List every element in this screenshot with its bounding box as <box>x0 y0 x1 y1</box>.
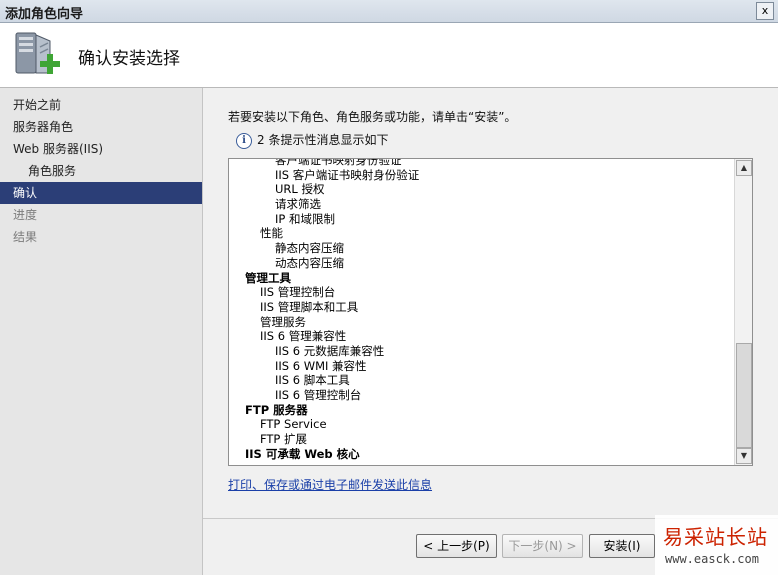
window-title: 添加角色向导 <box>5 7 84 22</box>
list-item: 请求筛选 <box>275 197 321 212</box>
list-item: FTP 服务器 <box>245 402 308 417</box>
info-message: i 2 条提示性消息显示如下 <box>236 131 388 149</box>
instruction-text: 若要安装以下角色、角色服务或功能，请单击“安装”。 <box>228 110 517 124</box>
watermark: 易采站长站 www.easck.com <box>655 515 778 575</box>
list-item: IIS 6 管理兼容性 <box>260 329 347 344</box>
list-item: FTP Service <box>260 417 327 432</box>
next-button: 下一步(N) > <box>502 534 583 558</box>
scroll-thumb[interactable] <box>736 343 752 448</box>
list-item: IIS 管理脚本和工具 <box>260 299 359 314</box>
step-confirmation[interactable]: 确认 <box>0 182 202 204</box>
title-bar: 添加角色向导 x <box>0 0 778 23</box>
info-text: 2 条提示性消息显示如下 <box>257 133 389 147</box>
list-item: IIS 可承载 Web 核心 <box>245 446 360 461</box>
selection-tree: 客户端证书映射身份验证 IIS 客户端证书映射身份验证 URL 授权 请求筛选 … <box>229 158 734 461</box>
step-before-you-begin[interactable]: 开始之前 <box>0 94 202 116</box>
step-web-server-iis[interactable]: Web 服务器(IIS) <box>0 138 202 160</box>
print-save-email-link[interactable]: 打印、保存或通过电子邮件发送此信息 <box>228 476 432 493</box>
list-item: IIS 6 WMI 兼容性 <box>275 358 367 373</box>
list-item: IIS 6 元数据库兼容性 <box>275 343 385 358</box>
list-item: IIS 6 管理控制台 <box>275 388 362 402</box>
info-icon: i <box>236 132 252 149</box>
step-server-roles[interactable]: 服务器角色 <box>0 116 202 138</box>
scroll-down-button[interactable]: ▼ <box>736 448 752 464</box>
list-item: 性能 <box>260 226 283 241</box>
wizard-steps-sidebar: 开始之前 服务器角色 Web 服务器(IIS) 角色服务 确认 进度 结果 <box>0 88 203 575</box>
close-button[interactable]: x <box>756 2 774 20</box>
list-item: 动态内容压缩 <box>275 255 344 270</box>
selection-list[interactable]: 客户端证书映射身份验证 IIS 客户端证书映射身份验证 URL 授权 请求筛选 … <box>228 158 753 466</box>
list-item: 静态内容压缩 <box>275 241 344 256</box>
watermark-title: 易采站长站 <box>663 525 768 549</box>
list-scrollbar[interactable]: ▲ ▼ <box>734 159 752 465</box>
step-results: 结果 <box>13 230 38 244</box>
previous-button[interactable]: < 上一步(P) <box>416 534 497 558</box>
page-title: 确认安装选择 <box>78 49 180 69</box>
list-item: IIS 客户端证书映射身份验证 <box>275 167 420 182</box>
wizard-header: 确认安装选择 <box>0 23 778 88</box>
server-add-role-icon <box>15 32 60 74</box>
main-content: 若要安装以下角色、角色服务或功能，请单击“安装”。 i2 条提示性消息显示如下 … <box>203 88 778 518</box>
list-item: IIS 6 脚本工具 <box>275 373 350 388</box>
list-item: FTP 扩展 <box>260 432 308 447</box>
list-item: IP 和域限制 <box>275 211 335 226</box>
step-progress: 进度 <box>13 208 38 222</box>
step-role-services[interactable]: 角色服务 <box>0 160 202 182</box>
list-item: 管理工具 <box>245 270 291 285</box>
list-item: 客户端证书映射身份验证 <box>275 158 402 167</box>
list-item: 管理服务 <box>260 314 306 329</box>
list-item: URL 授权 <box>275 182 325 197</box>
list-item: IIS 管理控制台 <box>260 285 336 300</box>
watermark-url: www.easck.com <box>665 552 759 566</box>
install-button[interactable]: 安装(I) <box>589 534 655 558</box>
scroll-up-button[interactable]: ▲ <box>736 160 752 176</box>
